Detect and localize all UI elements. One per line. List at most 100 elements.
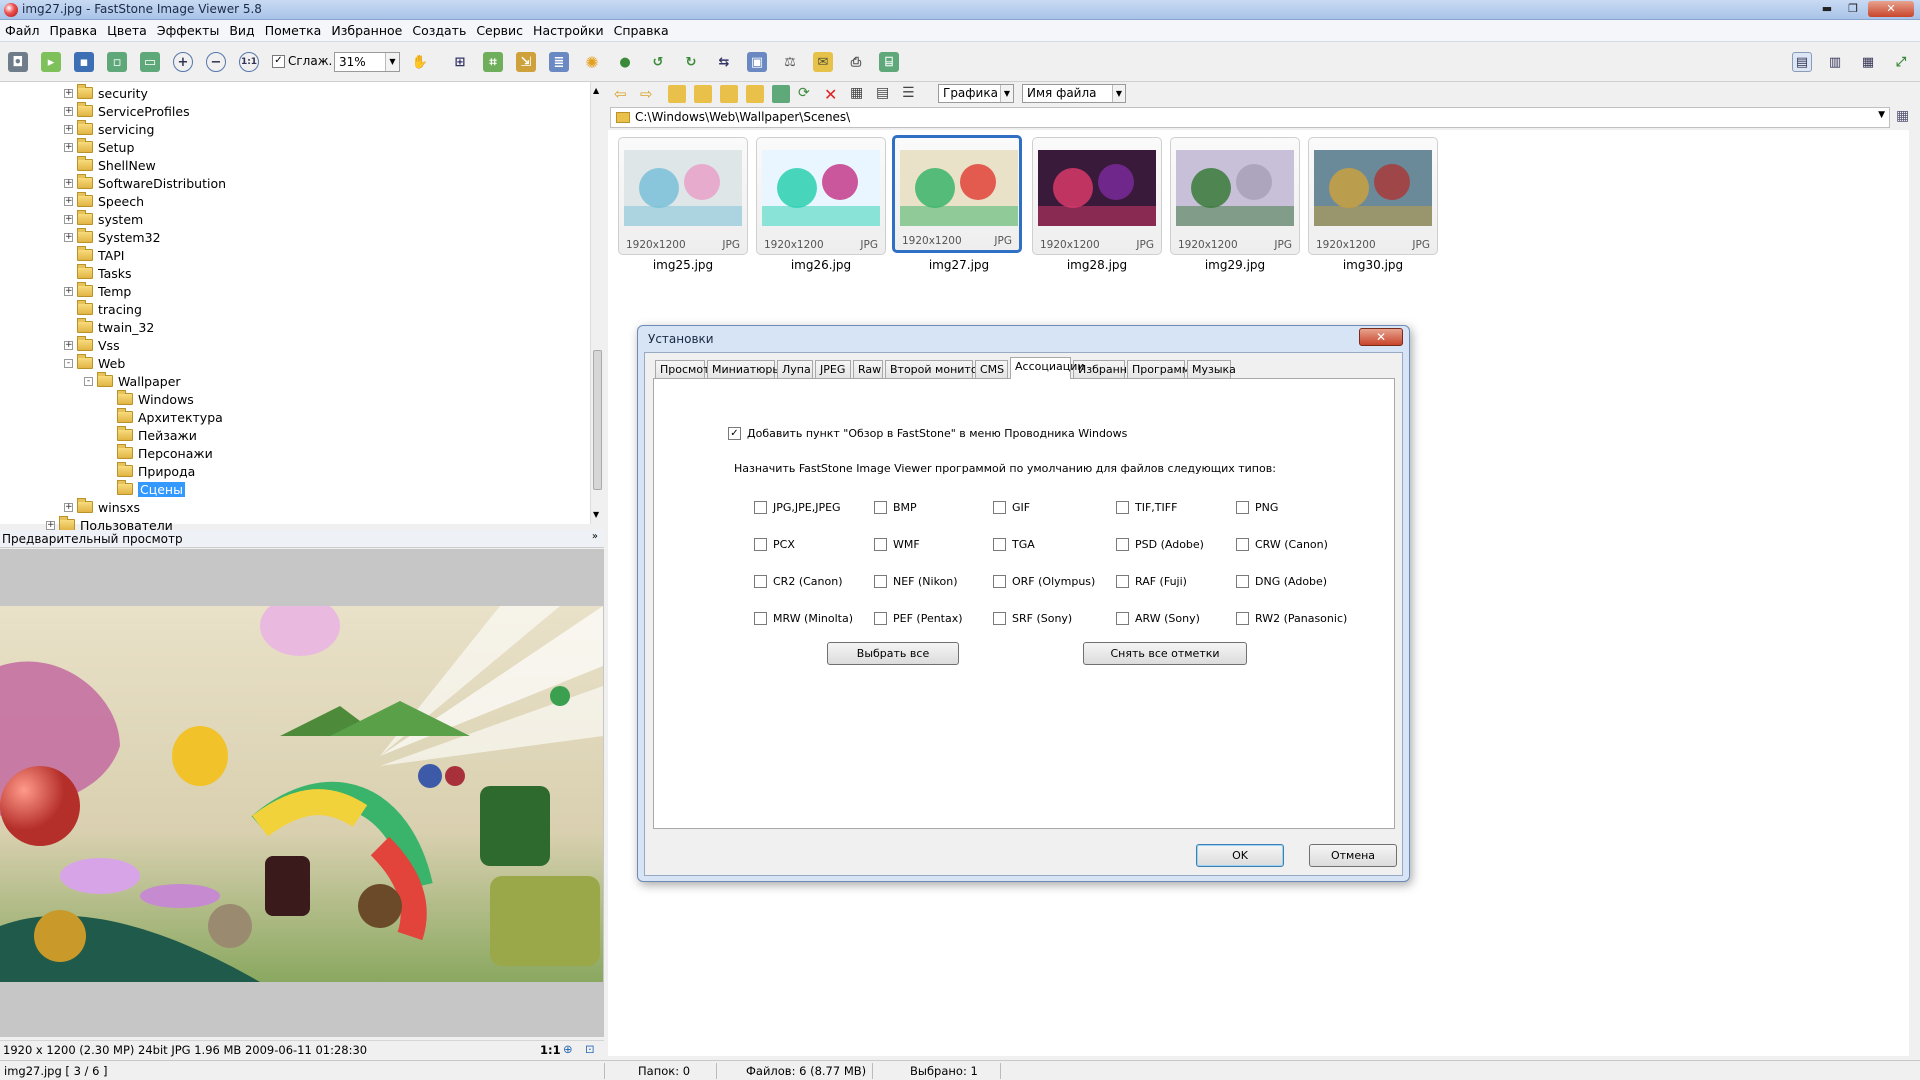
expand-icon[interactable]: +: [64, 124, 73, 134]
file-type-checkbox[interactable]: [1236, 538, 1249, 551]
flip-icon[interactable]: ⇆: [714, 52, 734, 72]
thumbnail[interactable]: 1920x1200 JPG: [1308, 137, 1438, 255]
tree-scroll-thumb[interactable]: [593, 350, 602, 490]
save-as-icon[interactable]: ▫: [107, 52, 127, 72]
open-folder-icon[interactable]: ▸: [41, 52, 61, 72]
tree-item[interactable]: - Wallpaper: [84, 372, 181, 390]
explorer-check-icon[interactable]: ✓: [728, 427, 741, 440]
layout-2-icon[interactable]: ▥: [1825, 52, 1845, 72]
select-all-button[interactable]: Выбрать все: [827, 642, 959, 665]
explorer-option[interactable]: ✓ Добавить пункт "Обзор в FastStone" в м…: [728, 427, 1127, 440]
fit-window-icon[interactable]: ⊞: [450, 52, 470, 72]
zoom-fit-icon[interactable]: ⊕: [563, 1042, 573, 1056]
expand-icon[interactable]: +: [64, 286, 73, 296]
layout-1-icon[interactable]: ▤: [1792, 52, 1812, 72]
thumbnail[interactable]: 1920x1200 JPG: [1170, 137, 1300, 255]
resize-icon[interactable]: ⇲: [516, 52, 536, 72]
list-view-icon[interactable]: ▤: [876, 85, 894, 103]
file-type-option[interactable]: PSD (Adobe): [1116, 538, 1204, 551]
sync-icon[interactable]: ⟳: [798, 85, 816, 103]
thumbnail[interactable]: 1920x1200 JPG: [756, 137, 886, 255]
file-type-option[interactable]: DNG (Adobe): [1236, 575, 1327, 588]
file-type-checkbox[interactable]: [874, 538, 887, 551]
file-type-checkbox[interactable]: [1236, 612, 1249, 625]
tree-item[interactable]: twain_32: [64, 318, 154, 336]
up-folder-icon[interactable]: [668, 85, 686, 103]
file-type-checkbox[interactable]: [1116, 575, 1129, 588]
zoom-combo[interactable]: 31% ▼: [334, 52, 400, 72]
tab-item[interactable]: Программы: [1127, 360, 1199, 378]
copy-folder-icon[interactable]: [720, 85, 738, 103]
file-type-option[interactable]: SRF (Sony): [993, 612, 1072, 625]
forward-arrow-icon[interactable]: ⇨: [640, 85, 658, 103]
tree-item[interactable]: Windows: [104, 390, 194, 408]
file-type-checkbox[interactable]: [754, 575, 767, 588]
expand-icon[interactable]: +: [64, 232, 73, 242]
tab-item[interactable]: JPEG: [815, 360, 851, 378]
close-button[interactable]: ✕: [1868, 1, 1914, 17]
move-folder-icon[interactable]: [746, 85, 764, 103]
grid-view-icon[interactable]: ▦: [850, 85, 868, 103]
scroll-down-icon[interactable]: ▼: [593, 510, 599, 519]
fullscreen-preview-icon[interactable]: ⊡: [585, 1042, 595, 1056]
tree-item[interactable]: Персонажи: [104, 444, 213, 462]
fullscreen-icon[interactable]: ⤢: [1891, 52, 1911, 72]
ok-button[interactable]: OK: [1196, 844, 1284, 867]
menu-item[interactable]: Настройки: [528, 20, 609, 42]
smooth-check-icon[interactable]: ✓: [272, 54, 285, 68]
tree-item[interactable]: Сцены: [104, 480, 185, 498]
rotate-right-icon[interactable]: ↻: [681, 52, 701, 72]
save-icon[interactable]: ▪: [74, 52, 94, 72]
slideshow-icon[interactable]: ▣: [747, 52, 767, 72]
tab-item[interactable]: Просмотр: [655, 360, 716, 378]
tab-item[interactable]: Лупа: [777, 360, 813, 378]
expand-icon[interactable]: +: [64, 178, 73, 188]
file-type-option[interactable]: GIF: [993, 501, 1030, 514]
clear-all-button[interactable]: Снять все отметки: [1083, 642, 1247, 665]
path-combo[interactable]: C:\Windows\Web\Wallpaper\Scenes\ ▼: [610, 107, 1890, 128]
expand-icon[interactable]: +: [64, 502, 73, 512]
menu-item[interactable]: Файл: [0, 20, 45, 42]
file-type-option[interactable]: BMP: [874, 501, 917, 514]
file-type-checkbox[interactable]: [1116, 501, 1129, 514]
preview-image[interactable]: [0, 606, 603, 982]
new-folder-icon[interactable]: [694, 85, 712, 103]
chevron-down-icon[interactable]: ▼: [1878, 110, 1885, 120]
email-icon[interactable]: ✉: [813, 52, 833, 72]
expand-icon[interactable]: +: [64, 106, 73, 116]
menu-item[interactable]: Цвета: [102, 20, 152, 42]
camera-icon[interactable]: ◘: [8, 52, 28, 72]
effects-icon[interactable]: ✺: [582, 52, 602, 72]
tree-item[interactable]: - Web: [64, 354, 125, 372]
batch-icon[interactable]: ≣: [549, 52, 569, 72]
hand-tool-icon[interactable]: ✋: [410, 52, 430, 72]
file-type-option[interactable]: WMF: [874, 538, 920, 551]
minimize-button[interactable]: ▬: [1816, 1, 1838, 17]
thumbnail[interactable]: 1920x1200 JPG: [892, 135, 1022, 253]
crop-icon[interactable]: ⌗: [483, 52, 503, 72]
collapse-icon[interactable]: -: [84, 376, 93, 386]
tree-item[interactable]: + security: [64, 84, 148, 102]
details-view-icon[interactable]: ☰: [902, 85, 920, 103]
menu-item[interactable]: Справка: [609, 20, 674, 42]
zoom-in-icon[interactable]: +: [173, 52, 193, 72]
print-icon[interactable]: ⎙: [846, 52, 866, 72]
tree-item[interactable]: + SoftwareDistribution: [64, 174, 226, 192]
back-arrow-icon[interactable]: ⇦: [614, 85, 632, 103]
menu-item[interactable]: Вид: [224, 20, 259, 42]
file-type-checkbox[interactable]: [993, 612, 1006, 625]
tree-item[interactable]: + servicing: [64, 120, 154, 138]
rotate-left-icon[interactable]: ↺: [648, 52, 668, 72]
file-type-option[interactable]: PEF (Pentax): [874, 612, 963, 625]
file-type-checkbox[interactable]: [1236, 501, 1249, 514]
person-icon[interactable]: ●: [615, 52, 635, 72]
file-type-option[interactable]: CRW (Canon): [1236, 538, 1328, 551]
thumbnail[interactable]: 1920x1200 JPG: [618, 137, 748, 255]
tree-item[interactable]: tracing: [64, 300, 142, 318]
file-type-option[interactable]: ORF (Olympus): [993, 575, 1095, 588]
tab-item[interactable]: Миниатюры: [707, 360, 781, 378]
file-type-checkbox[interactable]: [754, 612, 767, 625]
tab-item[interactable]: Ассоциации: [1010, 357, 1085, 379]
file-type-option[interactable]: MRW (Minolta): [754, 612, 853, 625]
tree-item[interactable]: Природа: [104, 462, 195, 480]
